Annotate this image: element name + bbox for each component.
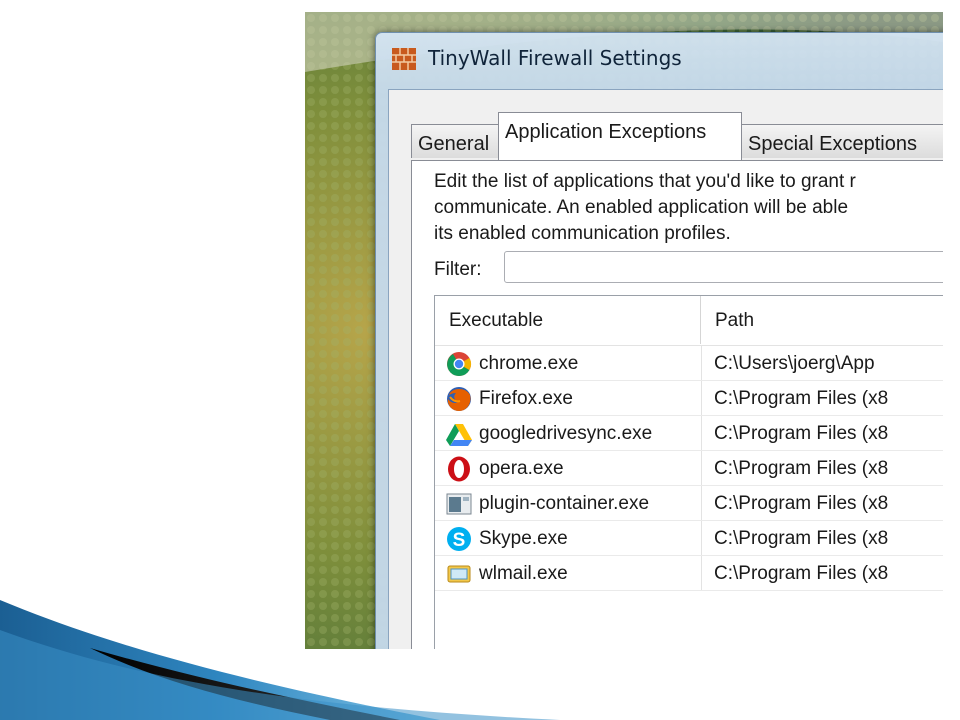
cell-path: C:\Program Files (x8 [701,381,943,415]
tab-general[interactable]: General [411,124,499,158]
table-row[interactable]: wlmail.exe C:\Program Files (x8 [435,556,943,591]
cell-path: C:\Program Files (x8 [701,486,943,520]
cell-path: C:\Program Files (x8 [701,451,943,485]
window-title: TinyWall Firewall Settings [428,46,682,70]
table-row[interactable]: S Skype.exe C:\Program Files (x8 [435,521,943,556]
filter-input[interactable] [504,251,943,283]
description-line: its enabled communication profiles. [434,223,731,244]
tab-special-exceptions[interactable]: Special Exceptions [741,124,943,158]
panel-description: Edit the list of applications that you'd… [434,169,943,247]
cell-executable: Skype.exe [479,528,568,549]
tab-general-label: General [418,133,490,155]
cell-executable: wlmail.exe [479,563,568,584]
table-row[interactable]: Firefox.exe C:\Program Files (x8 [435,381,943,416]
column-header-executable[interactable]: Executable [435,296,701,344]
description-line: communicate. An enabled application will… [434,197,849,218]
tinywall-brick-icon [392,48,416,70]
screenshot-frame: TinyWall Firewall Settings General Appli… [305,12,943,649]
cell-path: C:\Program Files (x8 [701,556,943,590]
list-header: Executable Path [435,296,943,344]
column-header-path[interactable]: Path [701,296,943,344]
tab-application-exceptions[interactable]: Application Exceptions [498,112,742,160]
table-row[interactable]: opera.exe C:\Program Files (x8 [435,451,943,486]
list-rows: chrome.exe C:\Users\joerg\App Firefox.ex… [435,345,943,591]
table-row[interactable]: plugin-container.exe C:\Program Files (x… [435,486,943,521]
table-row[interactable]: chrome.exe C:\Users\joerg\App [435,346,943,381]
description-line: Edit the list of applications that you'd… [434,171,856,192]
cell-executable: Firefox.exe [479,388,573,409]
tab-application-exceptions-label: Application Exceptions [505,121,707,143]
cell-executable: chrome.exe [479,353,579,374]
title-bar[interactable]: TinyWall Firewall Settings [376,33,943,89]
tab-strip: General Application Exceptions Special E… [411,110,943,162]
tab-special-exceptions-label: Special Exceptions [748,133,917,155]
cell-executable: opera.exe [479,458,564,479]
cell-executable: googledrivesync.exe [479,423,653,444]
settings-dialog: TinyWall Firewall Settings General Appli… [375,32,943,649]
filter-label: Filter: [434,259,482,280]
cell-path: C:\Program Files (x8 [701,416,943,450]
cell-path: C:\Program Files (x8 [701,521,943,555]
cell-path: C:\Users\joerg\App [701,346,943,380]
cell-executable: plugin-container.exe [479,493,650,514]
table-row[interactable]: googledrivesync.exe C:\Program Files (x8 [435,416,943,451]
application-list[interactable]: Executable Path chrome.exe C:\Users\joer… [434,295,943,649]
